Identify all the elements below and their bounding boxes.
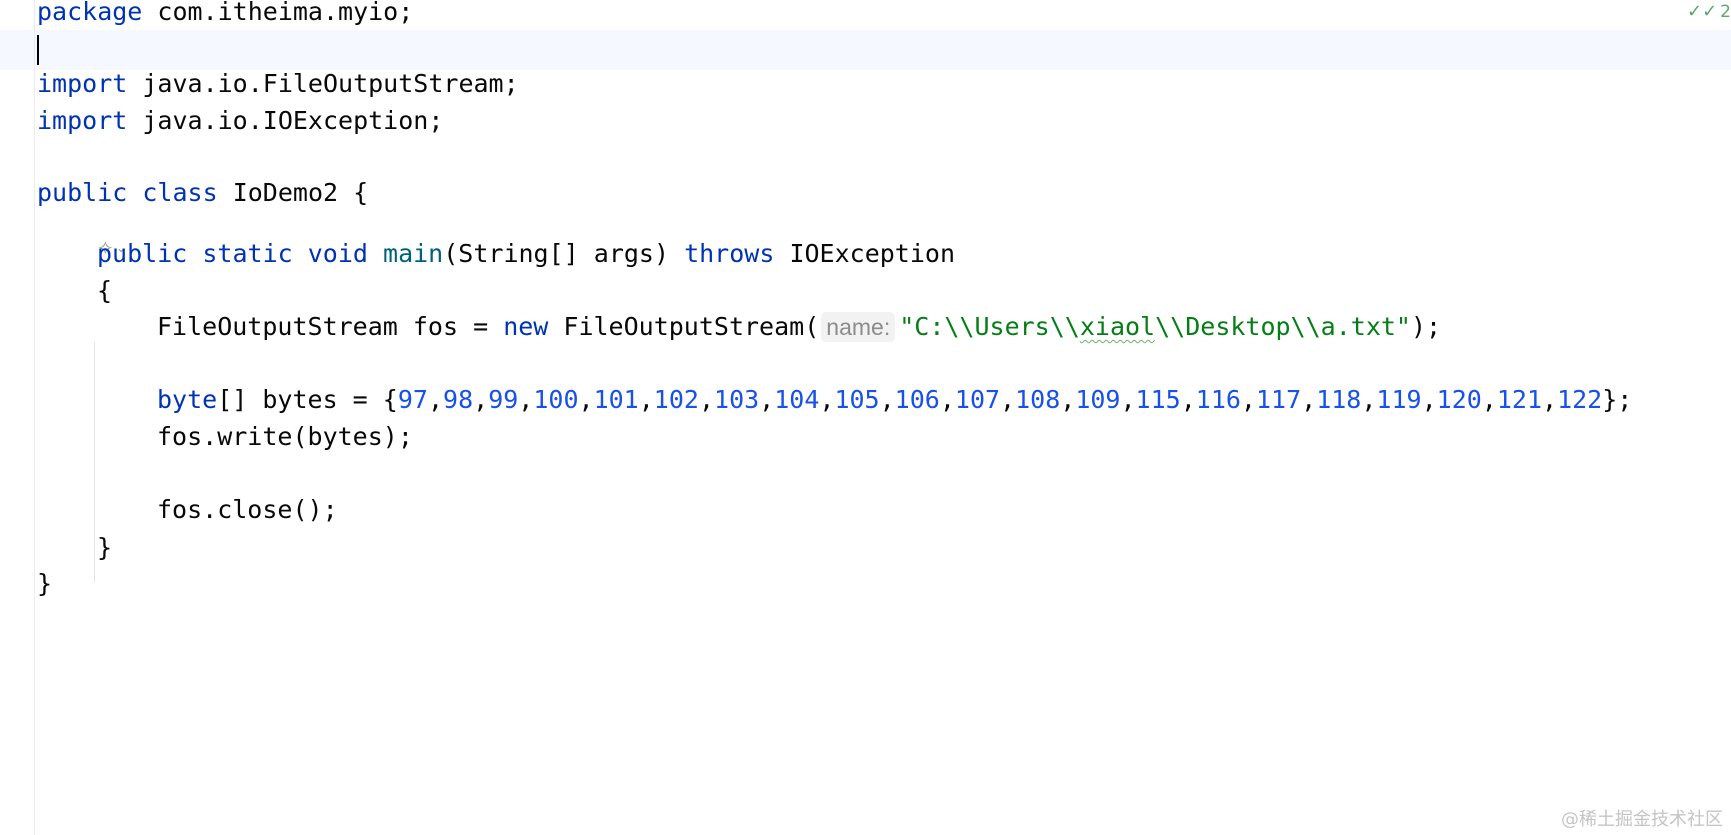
comma: , <box>638 385 654 414</box>
text-caret <box>37 35 39 65</box>
keyword: new <box>503 312 549 341</box>
comma: , <box>1421 385 1437 414</box>
number-literal: 105 <box>834 385 880 414</box>
brace: } <box>97 533 113 562</box>
code-line-method-close[interactable]: } <box>97 533 112 563</box>
class-name: IoDemo2 { <box>217 178 369 207</box>
number-literal: 120 <box>1436 385 1482 414</box>
number-literal: 119 <box>1376 385 1422 414</box>
comma: , <box>1481 385 1497 414</box>
number-literal: 117 <box>1255 385 1302 414</box>
parameter-hint: name: <box>821 312 896 342</box>
number-literal: 121 <box>1496 385 1543 414</box>
keyword: throws <box>684 239 775 268</box>
code-line-import-2[interactable]: import java.io.IOException; <box>37 106 443 136</box>
number-literal: 103 <box>714 385 760 414</box>
comma: , <box>1120 385 1136 414</box>
watermark: @稀土掘金技术社区 <box>1561 809 1723 830</box>
keyword: void <box>307 239 368 268</box>
number-literal: 102 <box>653 385 699 414</box>
keyword: static <box>202 239 293 268</box>
code-line-bytes[interactable]: byte[] bytes = {97,98,99,100,101,102,103… <box>157 385 1632 415</box>
keyword: import <box>37 69 128 98</box>
comma: , <box>518 385 534 414</box>
inspection-count: 2 <box>1720 1 1731 22</box>
number-literal: 106 <box>894 385 940 414</box>
typo-squiggle: xiaol <box>1079 312 1156 341</box>
import-path: java.io.IOException; <box>127 106 444 135</box>
statement-end: }; <box>1602 385 1633 414</box>
throws-type: IOException <box>774 239 956 268</box>
bytes-declaration: [] bytes = { <box>217 385 398 414</box>
fos-constructor: FileOutputStream( <box>548 312 820 341</box>
code-line-write[interactable]: fos.write(bytes); <box>157 422 413 452</box>
number-literal: 109 <box>1075 385 1121 414</box>
comma: , <box>939 385 955 414</box>
comma: , <box>1361 385 1377 414</box>
keyword: public <box>97 239 188 268</box>
comma: , <box>1542 385 1558 414</box>
number-literal: 122 <box>1557 385 1603 414</box>
number-literal: 99 <box>488 385 519 414</box>
comma: , <box>578 385 594 414</box>
number-literal: 118 <box>1316 385 1362 414</box>
comma: , <box>1000 385 1016 414</box>
code-line-package[interactable]: package com.itheima.myio; <box>37 0 413 27</box>
keyword: package <box>37 0 143 26</box>
method-name: main <box>383 239 444 268</box>
method-params: (String[] args) <box>443 239 685 268</box>
comma: , <box>1240 385 1256 414</box>
statement-end: ); <box>1410 312 1442 341</box>
code-line-open-brace[interactable]: { <box>97 276 112 306</box>
brace: } <box>37 569 53 598</box>
brace: { <box>97 276 113 305</box>
package-name: com.itheima.myio; <box>142 0 414 26</box>
number-literal: 97 <box>397 385 428 414</box>
comma: , <box>698 385 715 414</box>
comma: , <box>427 385 444 414</box>
keyword: public <box>37 178 128 207</box>
keyword: byte <box>157 385 218 414</box>
number-literal: 104 <box>774 385 820 414</box>
comma: , <box>879 385 895 414</box>
keyword: import <box>37 106 128 135</box>
keyword: class <box>142 178 218 207</box>
close-call: fos.close(); <box>157 495 338 524</box>
comma: , <box>1060 385 1076 414</box>
gutter-border <box>34 0 35 835</box>
code-editor[interactable]: ✓✓ 2 package com.itheima.myio; import ja… <box>0 0 1731 835</box>
string-literal: "C:\\Users\\xiaol\\Desktop\\a.txt" <box>899 312 1411 341</box>
number-literal: 100 <box>533 385 579 414</box>
number-literal: 98 <box>443 385 474 414</box>
current-line-highlight <box>0 30 1731 70</box>
code-line-fos[interactable]: FileOutputStream fos = new FileOutputStr… <box>157 312 1441 342</box>
comma: , <box>819 385 835 414</box>
comma: , <box>759 385 775 414</box>
comma: , <box>1301 385 1317 414</box>
comma: , <box>473 385 489 414</box>
number-literal: 107 <box>954 385 1001 414</box>
number-literal: 116 <box>1195 385 1241 414</box>
write-call: fos.write(bytes); <box>157 422 413 451</box>
byte-values: 97,98,99,100,101,102,103,104,105,106,107… <box>398 385 1602 414</box>
indent-guide <box>94 342 95 582</box>
double-check-icon: ✓✓ <box>1687 1 1718 22</box>
number-literal: 101 <box>593 385 639 414</box>
code-line-close[interactable]: fos.close(); <box>157 495 338 525</box>
fos-declaration: FileOutputStream fos = <box>157 312 504 341</box>
code-line-class-close[interactable]: } <box>37 569 52 599</box>
code-line-class[interactable]: public class IoDemo2 { <box>37 178 368 208</box>
code-line-import-1[interactable]: import java.io.FileOutputStream; <box>37 69 519 99</box>
code-line-method[interactable]: public static void main(String[] args) t… <box>97 239 955 269</box>
comma: , <box>1180 385 1196 414</box>
number-literal: 115 <box>1135 385 1181 414</box>
import-path: java.io.FileOutputStream; <box>127 69 519 98</box>
inspection-widget[interactable]: ✓✓ 2 <box>1687 0 1731 23</box>
number-literal: 108 <box>1015 385 1061 414</box>
